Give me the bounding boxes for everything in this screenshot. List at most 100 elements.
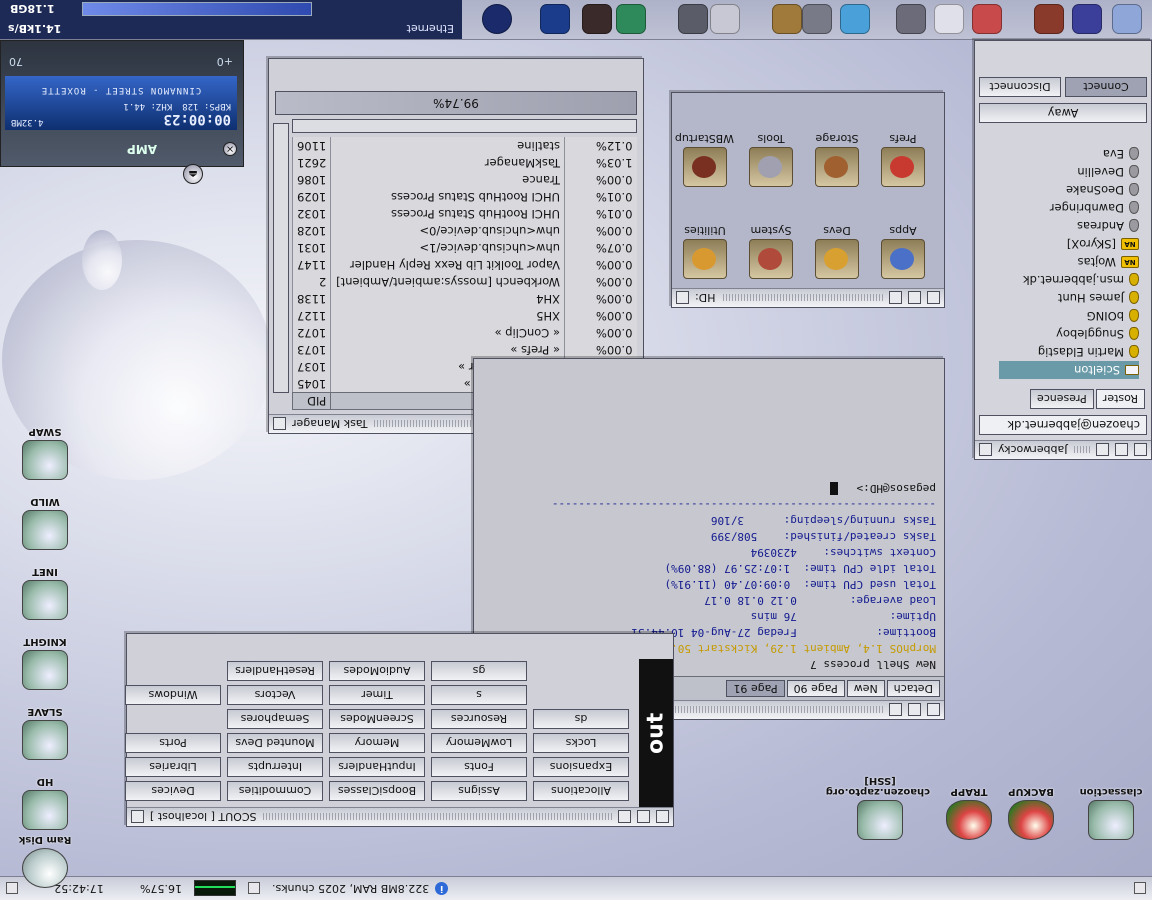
jabber-tab[interactable]: Presence [1030,389,1094,409]
scout-button[interactable]: Interrupts [227,757,323,777]
list-item[interactable]: Dawnbringer [999,199,1139,217]
dock-browser-icon[interactable] [972,4,1002,34]
table-row[interactable]: 0.01% UHCI RootHub Status Process 1029 [292,188,637,206]
drawer-titlebar[interactable]: HD: [672,288,944,307]
scout-button[interactable]: Resources [431,709,527,729]
iconify-gadget-icon[interactable] [889,703,902,717]
scout-button[interactable]: Ports [125,733,221,753]
dock-music-icon[interactable] [540,4,570,34]
col-pid[interactable]: PID [292,392,331,410]
scout-button[interactable]: ds [533,709,629,729]
scout-button[interactable]: Devices [125,781,221,801]
dock-calc-icon[interactable] [802,4,832,34]
scout-button[interactable]: AudioModes [329,661,425,681]
dock-orb-icon[interactable] [482,4,512,34]
dock-tools-icon[interactable] [896,4,926,34]
connect-button[interactable]: Connect [1065,77,1147,97]
table-row[interactable]: 0.12% statline 1106 [292,137,637,155]
list-item[interactable]: msn.jabbernet.dk [999,271,1139,289]
close-gadget-icon[interactable] [979,443,992,457]
folder-wbstartup[interactable]: WBStartup [675,132,734,187]
table-row[interactable]: 0.00% Trance 1086 [292,171,637,189]
shell-tab[interactable]: Page 90 [786,680,845,697]
scout-button[interactable]: Vectors [227,685,323,705]
eject-icon[interactable]: ⏏ [183,164,203,184]
dock-mouse-icon[interactable] [678,4,708,34]
scout-button[interactable]: ResetHandlers [227,661,323,681]
list-item[interactable]: Eva [999,145,1139,163]
shell-tab[interactable]: Detach [886,680,940,697]
titlebar-drag-area[interactable] [262,813,612,821]
scout-button[interactable]: Windows [125,685,221,705]
desktop-icon-swap[interactable]: SWAP [12,426,78,480]
folder-prefs[interactable]: Prefs [874,132,932,187]
scout-button[interactable]: Timer [329,685,425,705]
close-icon[interactable]: × [223,142,237,156]
desktop-icon-knight[interactable]: KNIGHT [12,636,78,690]
dock-picture-icon[interactable] [840,4,870,34]
dock-film-icon[interactable] [582,4,612,34]
account-field[interactable]: chaozen@jabbernet.dk [979,415,1147,435]
titlebar-drag-area[interactable] [1073,446,1090,454]
scout-button[interactable]: Locks [533,733,629,753]
list-item[interactable]: Martin Eldastig [999,343,1139,361]
list-item[interactable]: NA [SKyroX] [999,235,1139,253]
desktop-icon-wild[interactable]: WILD [12,496,78,550]
titlebar-drag-area[interactable] [721,294,883,302]
dock-hammer-icon[interactable] [772,4,802,34]
folder-utilities[interactable]: Utilities [676,224,734,279]
desktop-icon-right[interactable]: TRAPP [936,786,1002,840]
table-row[interactable]: 0.00% uhw<uhcisub.device/0> 1028 [292,222,637,240]
zoom-gadget-icon[interactable] [908,703,921,717]
close-gadget-icon[interactable] [273,417,286,431]
desktop-icon-right[interactable]: BACKUP [998,786,1064,840]
disconnect-button[interactable]: Disconnect [979,77,1061,97]
zoom-gadget-icon[interactable] [637,810,650,824]
dock-wand-icon[interactable] [1072,4,1102,34]
zoom-gadget-icon[interactable] [908,291,921,305]
scout-button[interactable]: Libraries [125,757,221,777]
depth-gadget-icon[interactable] [927,291,940,305]
desktop-icon-hd[interactable]: HD [12,776,78,830]
scout-button[interactable]: gs [431,661,527,681]
jabber-titlebar[interactable]: Jabberwocky [975,440,1151,459]
table-row[interactable]: 0.00% « ConClip » 1072 [292,324,637,342]
desktop-icon-ram-disk[interactable]: Ram Disk [12,834,78,888]
desktop-icon-right[interactable]: chaozen.zapto.org [SSH] [826,775,930,840]
dock-mixer-icon[interactable] [710,4,740,34]
table-row[interactable]: 0.01% UHCI RootHub Status Process 1032 [292,205,637,223]
scout-button[interactable]: Mounted Devs [227,733,323,753]
depth-gadget-icon[interactable] [927,703,940,717]
iconify-gadget-icon[interactable] [1096,443,1109,457]
list-item[interactable]: bOING [999,307,1139,325]
table-row[interactable]: 0.07% uhw<uhcisub.device/1> 1031 [292,239,637,257]
folder-apps[interactable]: Apps [874,224,932,279]
scout-button[interactable]: Assigns [431,781,527,801]
scout-button[interactable]: Memory [329,733,425,753]
table-row[interactable]: 1.03% TaskManager 2621 [292,154,637,172]
dock-character-icon[interactable] [1034,4,1064,34]
list-item[interactable]: Devellin [999,163,1139,181]
list-item[interactable]: NA Wojtas [999,253,1139,271]
dock-globe-icon[interactable] [616,4,646,34]
shell-tab[interactable]: Page 91 [726,680,785,697]
boing-icon[interactable] [1122,877,1152,900]
info-icon[interactable]: i [435,882,449,895]
scout-titlebar[interactable]: SCOUT [ localhost ] [127,807,673,826]
dock-editor-icon[interactable] [934,4,964,34]
table-row[interactable]: 0.00% « Prefs » 1073 [292,341,637,359]
table-row[interactable]: 0.00% Workbench [mossys:ambient/Ambient] 2 [292,273,637,291]
list-item[interactable]: Scielton [999,361,1139,379]
scout-button[interactable]: ScreenModes [329,709,425,729]
scout-button[interactable]: s [431,685,527,705]
list-item[interactable]: James Hunt [999,289,1139,307]
memory-icon[interactable] [242,877,266,900]
depth-gadget-icon[interactable] [656,810,669,824]
zoom-gadget-icon[interactable] [1115,443,1128,457]
depth-gadget-icon[interactable] [1134,443,1147,457]
table-row[interactable]: 0.00% Vapor Toolkit Lib Rexx Reply Handle… [292,256,637,274]
folder-tools[interactable]: Tools [742,132,800,187]
dock-prefs-icon[interactable] [1112,4,1142,34]
shell-tab[interactable]: New [846,680,885,697]
scrollbar-horizontal[interactable] [292,119,637,134]
